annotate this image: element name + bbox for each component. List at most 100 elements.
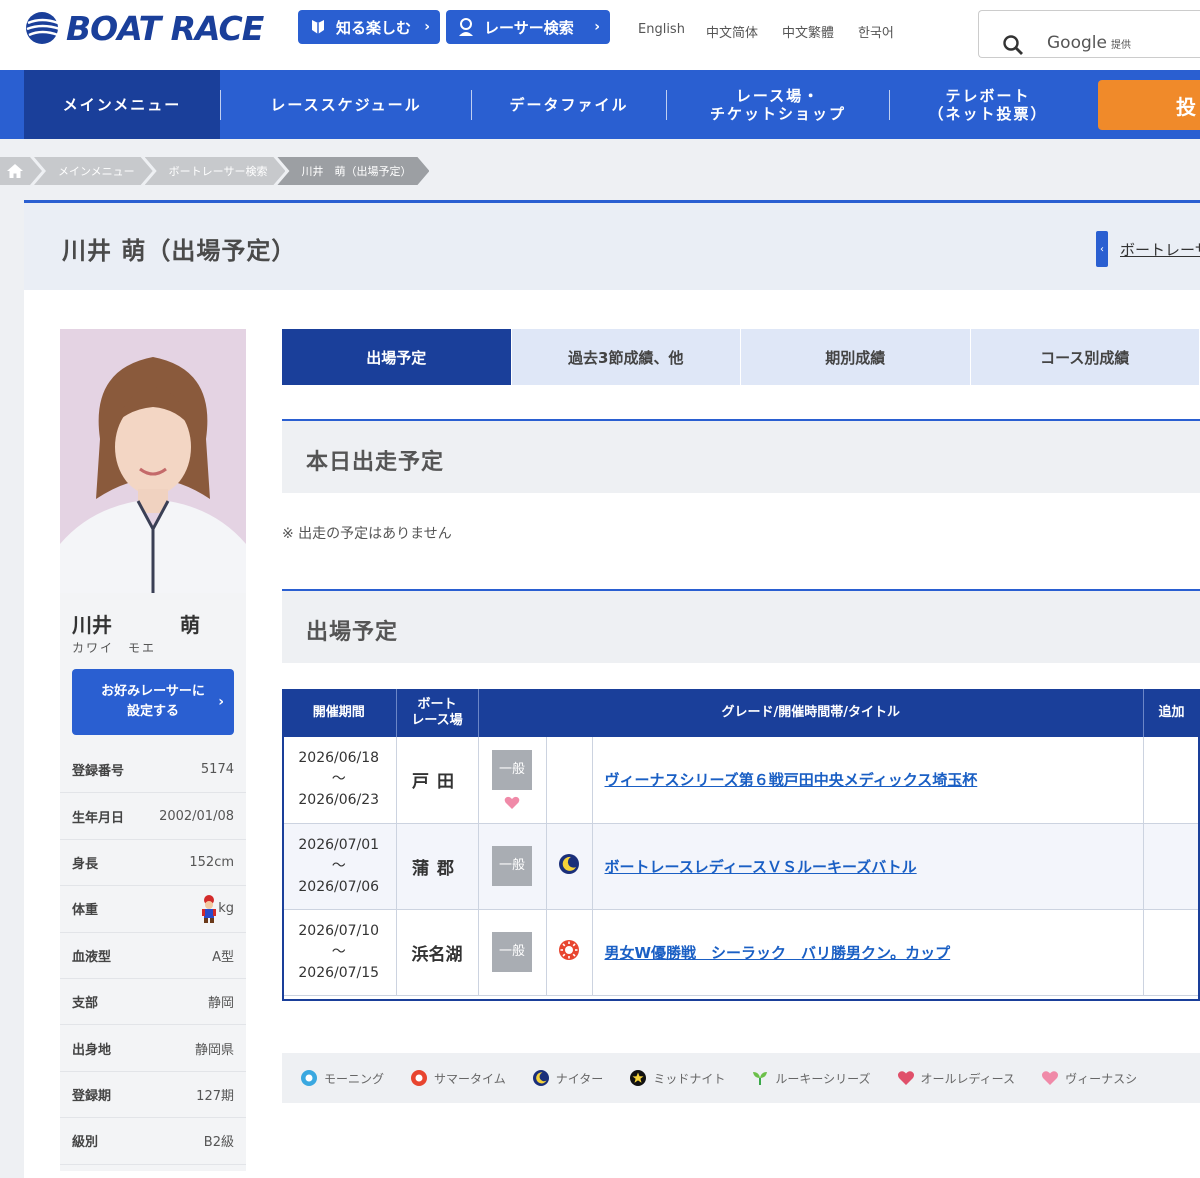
row-venue: 蒲郡 bbox=[396, 823, 479, 910]
info-birthplace: 出身地 静岡県 bbox=[60, 1025, 246, 1072]
lang-zh-cn-link[interactable]: 中文简体 bbox=[706, 22, 758, 41]
morning-icon bbox=[301, 1070, 317, 1086]
grade-badge: 一般 bbox=[492, 932, 532, 972]
tab-period-results[interactable]: 期別成績 bbox=[741, 329, 970, 385]
row-venue: 浜名湖 bbox=[396, 909, 479, 996]
racer-profile: 川井 萌 カワイ モエ お好みレーサーに 設定する › 登録番号 5174 生年月… bbox=[60, 593, 246, 1171]
racer-last-name: 川井 bbox=[72, 613, 112, 637]
search-icon[interactable] bbox=[1001, 33, 1025, 57]
main-content: 川井 萌（出場予定） ‹ ボートレーサー検索 川井 萌 カワイ モエ お好みレー… bbox=[24, 200, 1200, 1178]
breadcrumb-main-menu[interactable]: メインメニュー bbox=[34, 157, 153, 185]
rookie-sprout-icon bbox=[753, 1072, 768, 1085]
nav-race-schedule[interactable]: レーススケジュール bbox=[221, 70, 471, 139]
row-period: 2026/06/18 〜 2026/06/23 bbox=[282, 737, 397, 824]
home-icon bbox=[6, 163, 24, 179]
table-row: 2026/07/10 〜 2026/07/15 浜名湖 一般 男女W優勝戦 シーラッ… bbox=[282, 909, 1200, 996]
col-period: 開催期間 bbox=[282, 689, 397, 737]
vote-button[interactable]: 投 bbox=[1098, 80, 1200, 130]
main-nav: メインメニュー レーススケジュール データファイル レース場・ チケットショップ… bbox=[0, 70, 1200, 139]
racer-first-name: 萌 bbox=[180, 613, 200, 637]
info-birth-date: 生年月日 2002/01/08 bbox=[60, 793, 246, 840]
legend-summer: サマータイム bbox=[410, 1069, 506, 1087]
race-title-link[interactable]: ヴィーナスシリーズ第６戦戸田中央メディックス埼玉杯 bbox=[592, 737, 1144, 824]
info-registration-number: 登録番号 5174 bbox=[60, 747, 246, 794]
title-band: 川井 萌（出場予定） ‹ ボートレーサー検索 bbox=[24, 203, 1200, 290]
racer-search-button[interactable]: レーサー検索 › bbox=[446, 10, 610, 44]
row-extra bbox=[1143, 823, 1200, 910]
upcoming-schedule-table: 開催期間 ボート レース場 グレード/開催時間帯/タイトル 追加 2026/06… bbox=[282, 689, 1200, 996]
chevron-right-icon: › bbox=[218, 694, 224, 710]
col-venue: ボート レース場 bbox=[396, 689, 479, 737]
racer-kana: カワイ モエ bbox=[72, 641, 157, 655]
table-row: 2026/07/01 〜 2026/07/06 蒲郡 一般 ボートレースレディースＶ… bbox=[282, 823, 1200, 910]
today-section-heading: 本日出走予定 bbox=[282, 419, 1200, 493]
venus-heart-icon bbox=[1042, 1071, 1059, 1085]
race-title-link[interactable]: 男女W優勝戦 シーラック バリ勝男クン。カップ bbox=[592, 909, 1144, 996]
no-race-message: ※ 出走の予定はありません bbox=[282, 526, 452, 542]
summer-icon bbox=[411, 1070, 428, 1086]
row-period: 2026/07/01 〜 2026/07/06 bbox=[282, 823, 397, 910]
lang-ko-link[interactable]: 한국어 bbox=[858, 22, 894, 41]
nav-data-file[interactable]: データファイル bbox=[472, 70, 666, 139]
back-link-label[interactable]: ボートレーサー検索 bbox=[1120, 239, 1200, 260]
breadcrumb-home[interactable] bbox=[0, 157, 42, 185]
nav-main-menu[interactable]: メインメニュー bbox=[24, 70, 220, 139]
midnight-star-icon bbox=[630, 1070, 647, 1086]
back-to-search-link[interactable]: ‹ ボートレーサー検索 bbox=[1096, 231, 1200, 267]
favorite-racer-button[interactable]: お好みレーサーに 設定する › bbox=[72, 669, 234, 735]
chevron-left-icon: ‹ bbox=[1096, 231, 1108, 267]
icon-legend: モーニング サマータイム ナイター ミッドナイト ルーキーシリーズ オールレディ… bbox=[282, 1053, 1200, 1103]
legend-rookie: ルーキーシリーズ bbox=[751, 1069, 871, 1087]
mascot-sticker-icon bbox=[202, 894, 217, 923]
row-venue: 戸田 bbox=[396, 737, 479, 824]
legend-all-ladies: オールレディース bbox=[897, 1069, 1015, 1087]
racer-tabs: 出場予定 過去3節成績、他 期別成績 コース別成績 bbox=[282, 329, 1200, 385]
nav-teleboat[interactable]: テレボート （ネット投票） bbox=[890, 70, 1086, 139]
summer-sun-icon bbox=[559, 940, 579, 960]
logo-text: BOAT RACE bbox=[66, 8, 264, 48]
lang-zh-tw-link[interactable]: 中文繁體 bbox=[782, 22, 834, 41]
tab-course-results[interactable]: コース別成績 bbox=[970, 329, 1199, 385]
tab-past-results[interactable]: 過去3節成績、他 bbox=[511, 329, 740, 385]
row-period: 2026/07/10 〜 2026/07/15 bbox=[282, 909, 397, 996]
info-branch: 支部 静岡 bbox=[60, 978, 246, 1026]
chevron-right-icon: › bbox=[424, 19, 430, 35]
shiru-tanoshimu-button[interactable]: 知る楽しむ › bbox=[298, 10, 440, 44]
row-time-slot bbox=[546, 823, 593, 910]
racer-portrait-image bbox=[60, 329, 246, 593]
pill-1-label: 知る楽しむ bbox=[336, 18, 412, 37]
breadcrumb: メインメニュー ボートレーサー検索 川井 萌（出場予定） bbox=[0, 157, 421, 185]
legend-venus: ヴィーナスシ bbox=[1041, 1069, 1137, 1087]
table-row: 2026/06/18 〜 2026/06/23 戸田 一般 ヴィーナスシリーズ第６戦… bbox=[282, 737, 1200, 824]
info-class: 級別 B2級 bbox=[60, 1118, 246, 1165]
legend-morning: モーニング bbox=[300, 1069, 384, 1087]
row-grade: 一般 bbox=[478, 823, 547, 910]
beginner-mark-icon bbox=[312, 20, 324, 34]
row-extra bbox=[1143, 909, 1200, 996]
info-blood-type: 血液型 A型 bbox=[60, 932, 246, 979]
row-time-slot bbox=[546, 737, 593, 824]
search-provider: Google 提供 bbox=[1047, 33, 1131, 53]
top-header: BOAT RACE 知る楽しむ › レーサー検索 › English 中文简体 … bbox=[0, 0, 1200, 70]
info-height: 身長 152cm bbox=[60, 839, 246, 887]
breadcrumb-current: 川井 萌（出場予定） bbox=[277, 157, 429, 185]
row-grade: 一般 bbox=[478, 737, 547, 824]
lang-english-link[interactable]: English bbox=[638, 22, 685, 37]
grade-badge: 一般 bbox=[492, 846, 532, 886]
legend-midnight: ミッドナイト bbox=[629, 1069, 725, 1087]
breadcrumb-racer-search[interactable]: ボートレーサー検索 bbox=[145, 157, 286, 185]
info-registration-period: 登録期 127期 bbox=[60, 1071, 246, 1119]
boat-race-logo[interactable]: BOAT RACE bbox=[24, 8, 264, 48]
site-search-input[interactable]: Google 提供 bbox=[978, 10, 1200, 58]
nav-race-venue-ticket[interactable]: レース場・ チケットショップ bbox=[667, 70, 889, 139]
page-title: 川井 萌（出場予定） bbox=[62, 237, 297, 265]
all-ladies-heart-icon bbox=[897, 1071, 914, 1085]
racer-name: 川井 萌 bbox=[72, 609, 200, 638]
race-title-link[interactable]: ボートレースレディースＶＳルーキーズバトル bbox=[592, 823, 1144, 910]
pill-2-label: レーサー検索 bbox=[484, 18, 574, 37]
row-time-slot bbox=[546, 909, 593, 996]
upcoming-section-heading: 出場予定 bbox=[282, 589, 1200, 663]
tab-upcoming[interactable]: 出場予定 bbox=[282, 329, 511, 385]
row-extra bbox=[1143, 737, 1200, 824]
racer-info-list: 登録番号 5174 生年月日 2002/01/08 身長 152cm 体重 kg 血液… bbox=[60, 747, 246, 1165]
